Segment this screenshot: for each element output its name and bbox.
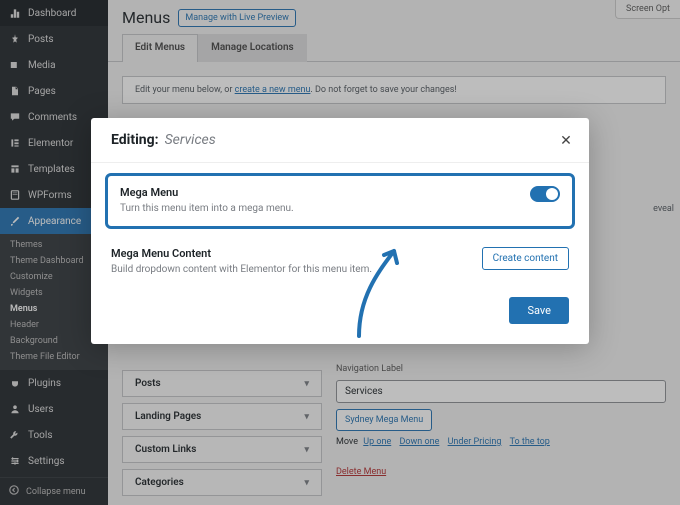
mega-menu-modal: Editing: Services ✕ Mega Menu Turn this … xyxy=(91,118,589,344)
close-icon[interactable]: ✕ xyxy=(557,132,575,150)
create-content-button[interactable]: Create content xyxy=(482,247,569,270)
modal-backdrop: Editing: Services ✕ Mega Menu Turn this … xyxy=(0,0,680,505)
mega-menu-toggle-row: Mega Menu Turn this menu item into a meg… xyxy=(105,173,575,229)
modal-header: Editing: Services xyxy=(91,118,589,163)
modal-title-prefix: Editing: xyxy=(111,132,159,148)
modal-title-subject: Services xyxy=(165,132,216,148)
mega-content-title: Mega Menu Content xyxy=(111,247,466,260)
save-button[interactable]: Save xyxy=(509,297,569,324)
mega-content-desc: Build dropdown content with Elementor fo… xyxy=(111,263,466,277)
mega-menu-content-row: Mega Menu Content Build dropdown content… xyxy=(111,247,569,277)
mega-menu-title: Mega Menu xyxy=(120,186,514,199)
mega-menu-toggle[interactable] xyxy=(530,186,560,202)
mega-menu-desc: Turn this menu item into a mega menu. xyxy=(120,202,514,216)
